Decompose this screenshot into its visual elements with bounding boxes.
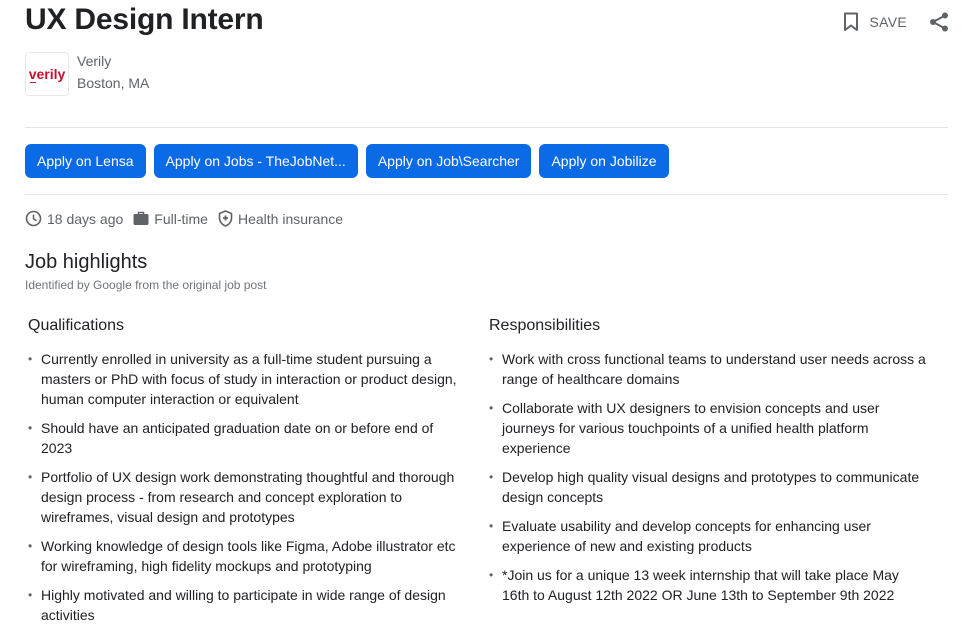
responsibilities-list: Work with cross functional teams to unde… xyxy=(489,349,929,605)
employment-type-text: Full-time xyxy=(154,210,208,227)
list-item: Portfolio of UX design work demonstratin… xyxy=(28,467,468,527)
job-meta: 18 days ago Full-time Health insurance xyxy=(25,210,353,227)
apply-button-jobilize[interactable]: Apply on Jobilize xyxy=(539,144,669,178)
qualifications-section: Qualifications Currently enrolled in uni… xyxy=(28,317,468,634)
benefit: Health insurance xyxy=(218,210,343,227)
list-item: *Join us for a unique 13 week internship… xyxy=(489,565,929,605)
highlights-title: Job highlights xyxy=(25,251,148,273)
company-block: verily Verily Boston, MA xyxy=(25,52,149,96)
job-actions: SAVE xyxy=(843,12,949,32)
save-button[interactable]: SAVE xyxy=(843,12,907,32)
list-item: Currently enrolled in university as a fu… xyxy=(28,349,468,409)
logo-underline xyxy=(30,82,36,83)
employment-type: Full-time xyxy=(133,211,208,227)
list-item: Working knowledge of design tools like F… xyxy=(28,536,468,576)
benefit-text: Health insurance xyxy=(237,210,344,227)
responsibilities-title: Responsibilities xyxy=(489,317,601,334)
highlights-subtitle: Identified by Google from the original j… xyxy=(25,278,267,292)
job-title: UX Design Intern xyxy=(25,3,264,36)
list-item: Should have an anticipated graduation da… xyxy=(28,418,468,458)
qualifications-title: Qualifications xyxy=(28,317,125,334)
briefcase-icon xyxy=(133,211,149,225)
bookmark-icon xyxy=(844,12,859,31)
share-icon xyxy=(930,12,948,32)
posted-date: 18 days ago xyxy=(25,210,123,227)
divider-top xyxy=(25,127,948,128)
divider-buttons xyxy=(25,194,948,195)
job-location: Boston, MA xyxy=(77,75,150,91)
posted-text: 18 days ago xyxy=(47,210,124,227)
company-logo-text: verily xyxy=(28,66,66,82)
apply-buttons: Apply on Lensa Apply on Jobs - TheJobNet… xyxy=(25,144,677,178)
share-button[interactable] xyxy=(929,12,949,32)
company-logo: verily xyxy=(25,52,69,96)
apply-button-thejobnet[interactable]: Apply on Jobs - TheJobNet... xyxy=(153,144,358,178)
apply-button-lensa[interactable]: Apply on Lensa xyxy=(25,144,146,178)
shield-icon xyxy=(218,210,233,227)
clock-icon xyxy=(25,210,42,227)
qualifications-list: Currently enrolled in university as a fu… xyxy=(28,349,468,625)
save-label: SAVE xyxy=(869,14,907,30)
company-name: Verily xyxy=(77,53,112,69)
list-item: Collaborate with UX designers to envisio… xyxy=(489,398,929,458)
list-item: Evaluate usability and develop concepts … xyxy=(489,516,929,556)
responsibilities-section: Responsibilities Work with cross functio… xyxy=(489,317,929,614)
list-item: Highly motivated and willing to particip… xyxy=(28,585,468,625)
list-item: Work with cross functional teams to unde… xyxy=(489,349,929,389)
apply-button-jobsearcher[interactable]: Apply on Job\Searcher xyxy=(365,144,532,178)
list-item: Develop high quality visual designs and … xyxy=(489,467,929,507)
